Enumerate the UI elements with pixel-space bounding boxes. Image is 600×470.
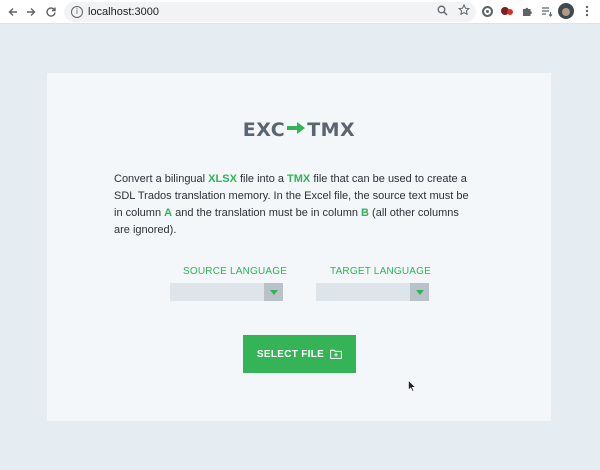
url-text[interactable]: localhost:3000 (88, 5, 159, 19)
chevron-down-icon[interactable] (410, 283, 429, 301)
select-file-button[interactable]: SELECT FILE (243, 335, 356, 373)
chevron-down-icon[interactable] (264, 283, 283, 301)
reload-icon[interactable] (42, 3, 60, 21)
logo-left-text: EXC (242, 119, 286, 141)
select-file-label: SELECT FILE (256, 348, 325, 360)
bookmark-star-icon[interactable] (457, 3, 471, 19)
back-icon[interactable] (4, 3, 22, 21)
extensions-puzzle-icon[interactable] (520, 4, 534, 18)
forward-icon[interactable] (22, 3, 40, 21)
arrow-right-icon (286, 118, 306, 140)
description-text: file into a (236, 173, 288, 185)
column-a-highlight: A (164, 207, 173, 219)
xlsx-highlight: XLSX (208, 173, 237, 185)
folder-add-icon (330, 349, 342, 359)
target-language-select[interactable] (316, 283, 429, 301)
extension-icon-1[interactable] (480, 4, 494, 18)
page-background: EXC TMX Convert a bilingual XLSX file int… (0, 25, 600, 470)
description-text: Convert a bilingual (114, 173, 209, 185)
source-language-select[interactable] (170, 283, 283, 301)
kebab-menu-icon[interactable] (580, 4, 594, 18)
app-logo: EXC TMX (47, 119, 551, 141)
info-icon[interactable]: i (71, 6, 83, 18)
address-bar[interactable]: i localhost:3000 (64, 2, 476, 22)
extension-icon-2[interactable] (500, 4, 514, 18)
logo-right-text: TMX (307, 119, 356, 141)
browser-toolbar: i localhost:3000 (0, 0, 600, 24)
profile-avatar[interactable] (558, 3, 574, 19)
description: Convert a bilingual XLSX file into a TMX… (114, 171, 474, 239)
tmx-highlight: TMX (287, 173, 311, 185)
target-language-label: TARGET LANGUAGE (330, 266, 431, 277)
source-language-label: SOURCE LANGUAGE (183, 266, 288, 277)
main-card: EXC TMX Convert a bilingual XLSX file int… (47, 73, 551, 421)
description-text: and the translation must be in column (172, 207, 362, 219)
column-b-highlight: B (361, 207, 369, 219)
reading-list-icon[interactable] (540, 4, 554, 18)
mouse-cursor-icon (408, 379, 417, 397)
search-icon[interactable] (437, 5, 448, 19)
